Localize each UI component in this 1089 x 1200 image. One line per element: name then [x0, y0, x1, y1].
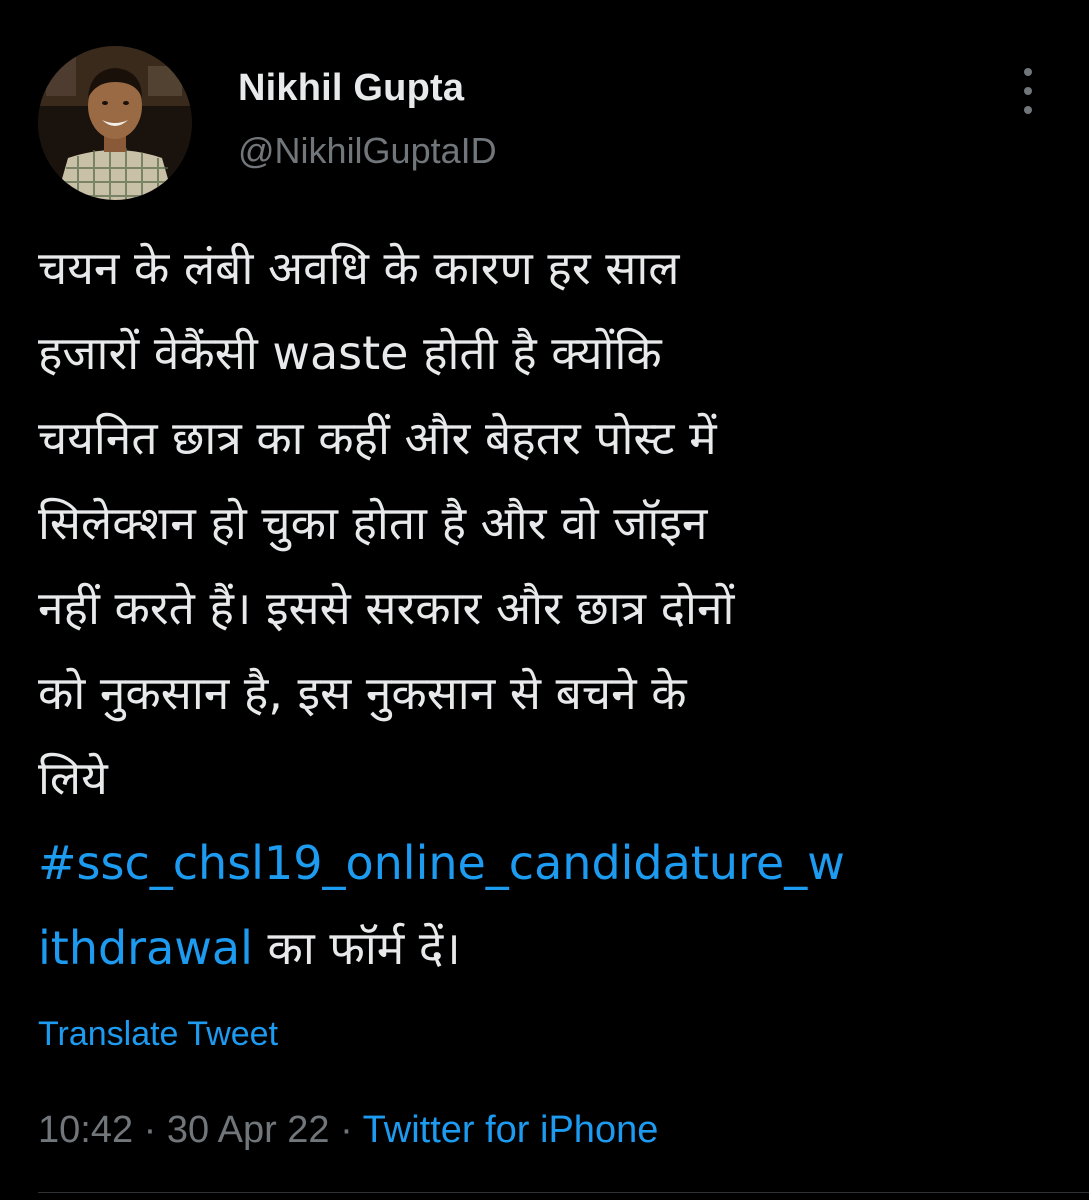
user-handle[interactable]: @NikhilGuptaID	[238, 128, 497, 174]
hashtag-line: #ssc_chsl19_online_candidature_w	[38, 821, 1048, 906]
dot	[1024, 106, 1032, 114]
hashtag-link[interactable]: #ssc_chsl19_online_candidature_w	[38, 836, 845, 890]
display-name[interactable]: Nikhil Gupta	[238, 64, 497, 112]
meta-separator: ·	[133, 1109, 167, 1151]
tweet: Nikhil Gupta @NikhilGuptaID चयन के लंबी …	[0, 0, 1089, 1200]
tweet-text-line: चयन के लंबी अवधि के कारण हर साल	[38, 241, 680, 295]
tweet-text-line: हजारों वेकैंसी waste होती है क्योंकि	[38, 326, 662, 380]
more-options-icon[interactable]	[1010, 68, 1046, 114]
translate-tweet-link[interactable]: Translate Tweet	[38, 1010, 278, 1058]
tweet-text-line: सिलेक्शन हो चुका होता है और वो जॉइन	[38, 496, 708, 550]
meta-separator: ·	[329, 1109, 363, 1151]
tweet-meta: 10:42 · 30 Apr 22 · Twitter for iPhone	[38, 1104, 658, 1156]
tweet-text-line: नहीं करते हैं। इससे सरकार और छात्र दोनों	[38, 581, 735, 635]
hashtag-line: ithdrawal का फॉर्म दें।	[38, 906, 1048, 991]
author-names: Nikhil Gupta @NikhilGuptaID	[238, 64, 497, 174]
tweet-source-link[interactable]: Twitter for iPhone	[363, 1109, 659, 1151]
divider	[38, 1192, 1089, 1193]
hashtag-link-continued[interactable]: ithdrawal	[38, 921, 253, 975]
tweet-date[interactable]: 30 Apr 22	[167, 1109, 330, 1151]
tweet-text-line: को नुकसान है, इस नुकसान से बचने के	[38, 666, 687, 720]
tweet-text-line: लिये	[38, 751, 108, 805]
dot	[1024, 87, 1032, 95]
profile-photo	[38, 46, 192, 200]
tweet-text: चयन के लंबी अवधि के कारण हर साल हजारों व…	[38, 226, 1048, 991]
avatar[interactable]	[38, 46, 192, 200]
tweet-text-line: चयनित छात्र का कहीं और बेहतर पोस्ट में	[38, 411, 717, 465]
tweet-text-tail: का फॉर्म दें।	[252, 921, 461, 975]
tweet-time[interactable]: 10:42	[38, 1109, 133, 1151]
dot	[1024, 68, 1032, 76]
tweet-header: Nikhil Gupta @NikhilGuptaID	[38, 46, 1058, 206]
